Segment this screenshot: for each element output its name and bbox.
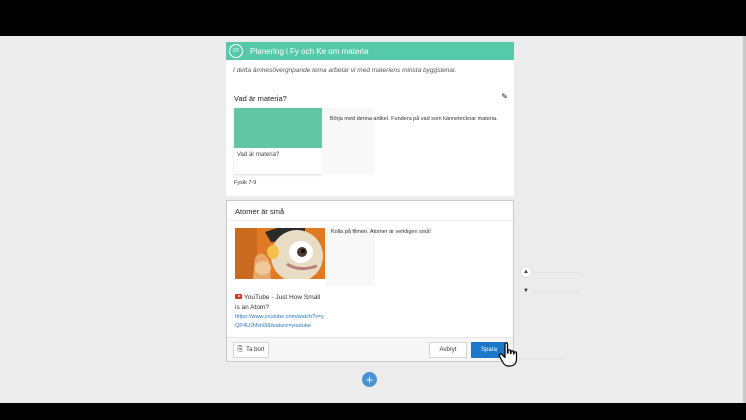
chevron-up-icon[interactable]: ▲: [520, 266, 532, 278]
section-card-materia[interactable]: Vad är materia? ✎ Vad är materia? Börja …: [226, 86, 514, 196]
subject-tag: Fysik 7-9: [234, 180, 257, 186]
section-text: Börja med denna artikel. Fundera på vad …: [330, 116, 498, 122]
resource-thumbnail[interactable]: Vad är materia?: [234, 108, 322, 174]
youtube-link-title[interactable]: YouTube - Just How Small is an Atom?: [235, 293, 325, 313]
cancel-button[interactable]: Avbryt: [429, 342, 467, 358]
youtube-icon: [235, 294, 242, 299]
section-title[interactable]: Atomer är små: [235, 207, 284, 216]
hand-cursor-icon: [498, 342, 522, 373]
thumbnail-caption: Vad är materia?: [237, 152, 280, 158]
thumbnail-image: [234, 108, 322, 148]
delete-label: Ta bort: [246, 347, 265, 353]
section-title: Vad är materia?: [234, 94, 287, 103]
pencil-icon[interactable]: ✎: [501, 92, 508, 101]
divider: [518, 358, 564, 359]
thumbnail-shadow: [325, 228, 375, 286]
section-text: Kolla på filmen. Atomer är verkligen små…: [331, 229, 431, 235]
header-bar: CF Planering i Fy och Ke om materia: [226, 42, 514, 60]
chevron-down-icon[interactable]: ▼: [520, 286, 532, 296]
delete-button[interactable]: ⎘ Ta bort: [233, 342, 269, 358]
avatar: CF: [229, 44, 243, 58]
divider: [227, 220, 513, 221]
paperclip-icon: ⎘: [237, 346, 244, 353]
page-title[interactable]: Planering i Fy och Ke om materia: [250, 47, 368, 56]
video-url-link[interactable]: https://www.youtube.com/watch?v=yQP4UJhN…: [235, 313, 327, 331]
plus-icon[interactable]: +: [362, 372, 377, 387]
card-footer: ⎘ Ta bort Avbryt Spara: [227, 337, 513, 361]
video-thumbnail[interactable]: [235, 228, 325, 279]
divider: [534, 291, 578, 292]
divider: [534, 272, 578, 273]
youtube-title: YouTube - Just How Small is an Atom?: [235, 294, 321, 311]
section-card-atomer: Atomer är små Kolla på filmen. Atomer är…: [226, 200, 514, 362]
editor-canvas: CF Planering i Fy och Ke om materia I de…: [0, 36, 746, 403]
header-description: I detta ämnesövergripande tema arbetar v…: [233, 67, 457, 74]
